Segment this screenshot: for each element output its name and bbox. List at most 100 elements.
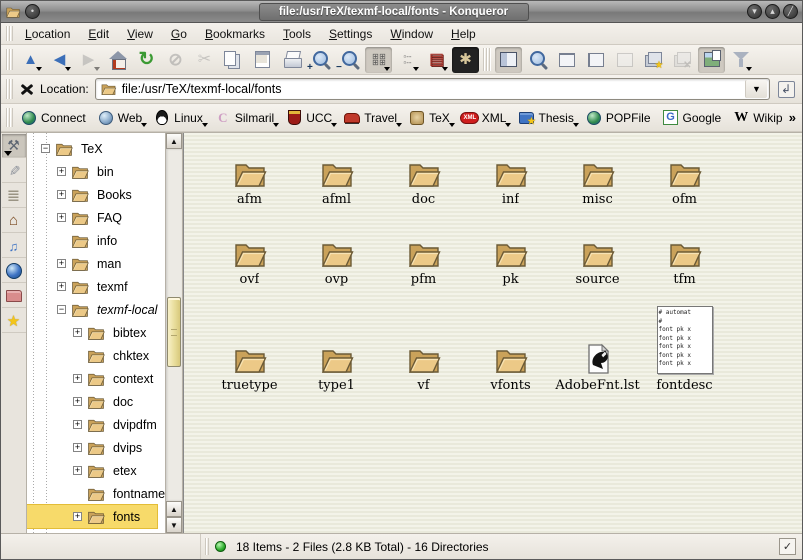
file-item[interactable]: # automat # font pk x font pk x font pk …: [641, 141, 728, 207]
filter-button[interactable]: [727, 47, 754, 73]
tree-scrollbar[interactable]: ▲ ▲ ▼: [165, 133, 182, 533]
back-button[interactable]: [46, 47, 73, 73]
file-item[interactable]: # automat # font pk x font pk x font pk …: [206, 221, 293, 287]
file-item[interactable]: # automat # font pk x font pk x font pk …: [206, 327, 293, 393]
menu-item[interactable]: View: [118, 25, 162, 43]
menu-item[interactable]: Tools: [274, 25, 320, 43]
tree-expander[interactable]: [73, 489, 82, 498]
clear-location-icon[interactable]: [18, 81, 36, 97]
maximize-button[interactable]: ▴: [765, 4, 780, 19]
tree-expander[interactable]: [73, 466, 82, 475]
scroll-up-button[interactable]: ▲: [166, 133, 182, 149]
up-button[interactable]: [17, 47, 44, 73]
stop-button[interactable]: [162, 47, 189, 73]
toolbar-grip[interactable]: [6, 49, 13, 69]
location-toolbar-grip[interactable]: [6, 79, 13, 99]
tree-item[interactable]: bin: [27, 160, 165, 183]
minimize-button[interactable]: ▾: [747, 4, 762, 19]
icon-view-button[interactable]: [365, 47, 392, 73]
tree-item[interactable]: fontname: [27, 482, 165, 505]
detailed-list-view-button[interactable]: [423, 47, 450, 73]
tree-item[interactable]: chktex: [27, 344, 165, 367]
location-value[interactable]: file:/usr/TeX/texmf-local/fonts: [122, 82, 740, 96]
file-item[interactable]: # automat # font pk x font pk x font pk …: [641, 301, 728, 393]
tree-item[interactable]: fonts: [27, 505, 157, 528]
menu-item[interactable]: Go: [162, 25, 196, 43]
file-item[interactable]: # automat # font pk x font pk x font pk …: [554, 141, 641, 207]
tree-expander[interactable]: [57, 259, 66, 268]
menubar-grip[interactable]: [6, 26, 13, 41]
tree-expander[interactable]: [57, 213, 66, 222]
tree-item[interactable]: texmf: [27, 275, 165, 298]
configure-panel-tab[interactable]: [2, 134, 26, 158]
scroll-down-button[interactable]: ▼: [166, 517, 182, 533]
tree-item[interactable]: context: [27, 367, 165, 390]
tree-item[interactable]: Books: [27, 183, 165, 206]
file-item[interactable]: # automat # font pk x font pk x font pk …: [380, 141, 467, 207]
services-tab[interactable]: [2, 234, 26, 258]
find-button[interactable]: [524, 47, 551, 73]
bookmarks-tab[interactable]: [2, 309, 26, 333]
embedded-view-button[interactable]: [452, 47, 479, 73]
scroll-up-button-2[interactable]: ▲: [166, 501, 182, 517]
bookmark[interactable]: Thesis: [514, 108, 579, 128]
forward-button[interactable]: [75, 47, 102, 73]
bookmark[interactable]: Silmaril: [211, 108, 280, 128]
tree-item[interactable]: TeX: [27, 137, 165, 160]
tree-item[interactable]: bibtex: [27, 321, 165, 344]
tree-item[interactable]: dvipdfm: [27, 413, 165, 436]
tree-expander[interactable]: [57, 236, 66, 245]
file-item[interactable]: # automat # font pk x font pk x font pk …: [380, 327, 467, 393]
paste-button[interactable]: [249, 47, 276, 73]
split-view-left-right-button[interactable]: [582, 47, 609, 73]
file-item[interactable]: # automat # font pk x font pk x font pk …: [206, 141, 293, 207]
go-button[interactable]: ↲: [774, 77, 798, 101]
notes-tab[interactable]: [2, 159, 26, 183]
bookmark-toolbar-grip[interactable]: [6, 108, 13, 127]
new-tab-button[interactable]: [640, 47, 667, 73]
location-input[interactable]: file:/usr/TeX/texmf-local/fonts ▼: [95, 78, 770, 100]
bookmark[interactable]: XML: [458, 108, 513, 128]
file-item[interactable]: # automat # font pk x font pk x font pk …: [554, 327, 641, 393]
tree-expander[interactable]: [73, 420, 82, 429]
copy-button[interactable]: [220, 47, 247, 73]
tree-item[interactable]: dvips: [27, 436, 165, 459]
zoom-in-button[interactable]: +: [307, 47, 334, 73]
menu-item[interactable]: Edit: [79, 25, 118, 43]
menu-item[interactable]: Help: [442, 25, 485, 43]
tree-expander[interactable]: [57, 282, 66, 291]
menu-item[interactable]: Window: [381, 25, 442, 43]
bookmark[interactable]: Connect: [17, 108, 92, 128]
tree-expander[interactable]: [73, 328, 82, 337]
tree-item[interactable]: texmf-local: [27, 298, 165, 321]
tree-expander[interactable]: [73, 351, 82, 360]
file-item[interactable]: # automat # font pk x font pk x font pk …: [293, 327, 380, 393]
menu-item[interactable]: Location: [16, 25, 79, 43]
file-item[interactable]: # automat # font pk x font pk x font pk …: [293, 141, 380, 207]
bookmark[interactable]: Travel: [340, 108, 403, 128]
scrollbar-thumb[interactable]: [167, 297, 181, 367]
bookmark[interactable]: POPFile: [582, 108, 657, 128]
close-button[interactable]: ╱: [783, 4, 798, 19]
tree-item[interactable]: etex: [27, 459, 165, 482]
close-tab-button[interactable]: [669, 47, 696, 73]
zoom-out-button[interactable]: −: [336, 47, 363, 73]
tree-expander[interactable]: [73, 443, 82, 452]
file-item[interactable]: # automat # font pk x font pk x font pk …: [467, 221, 554, 287]
menu-item[interactable]: Settings: [320, 25, 381, 43]
file-item[interactable]: # automat # font pk x font pk x font pk …: [554, 221, 641, 287]
tree-item[interactable]: doc: [27, 390, 165, 413]
tree-expander[interactable]: [73, 397, 82, 406]
history-tab[interactable]: [2, 184, 26, 208]
tree-item[interactable]: info: [27, 229, 165, 252]
home-button[interactable]: [104, 47, 131, 73]
bookmark[interactable]: Wikipedia: [729, 108, 783, 128]
remove-view-button[interactable]: [611, 47, 638, 73]
file-item[interactable]: # automat # font pk x font pk x font pk …: [467, 327, 554, 393]
tree-expander[interactable]: [41, 144, 50, 153]
location-dropdown-icon[interactable]: ▼: [745, 80, 767, 98]
bookmark[interactable]: Web: [94, 108, 148, 128]
scrollbar-track[interactable]: [166, 149, 182, 501]
tree-item[interactable]: FAQ: [27, 206, 165, 229]
file-item[interactable]: # automat # font pk x font pk x font pk …: [467, 141, 554, 207]
